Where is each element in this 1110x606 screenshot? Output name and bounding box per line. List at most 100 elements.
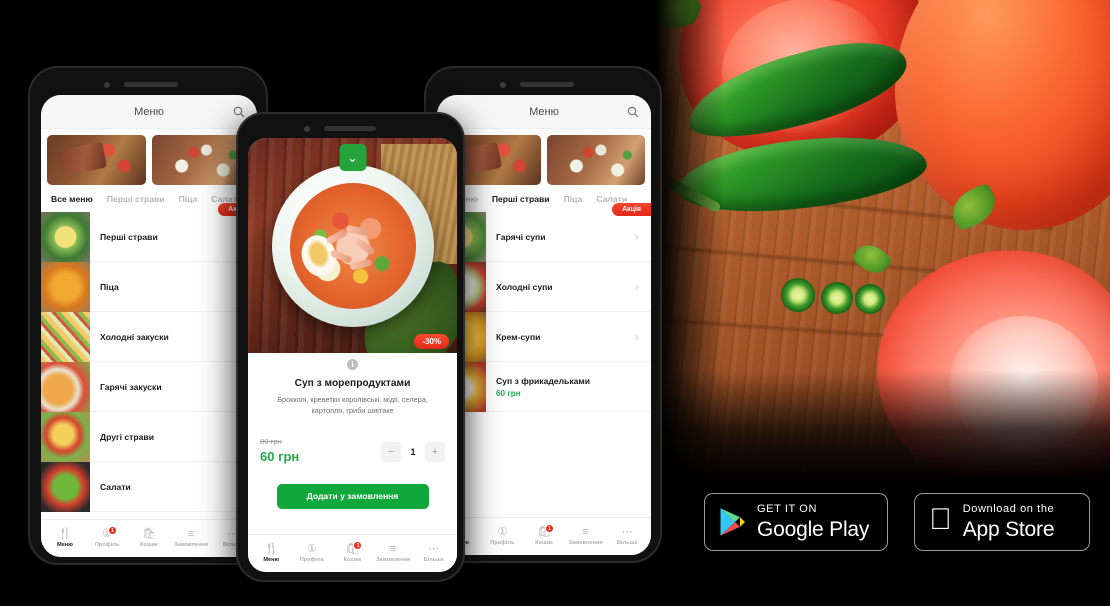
item-thumbnail [41,261,90,312]
cutlery-icon: 🍴 [58,528,72,540]
nav-label: Більше [617,540,638,546]
item-name: Другі страви [100,431,154,442]
item-name: Гарячі закуски [100,381,162,392]
list-item[interactable]: Холодні закуски › [41,311,257,362]
nav-item-orders[interactable]: ≡ Замовлення [565,527,607,547]
nav-item-cart[interactable]: 🛍 1 Кошик [523,524,565,546]
ellipsis-icon: ⋯ [621,526,633,538]
item-name: Салати [100,481,131,492]
nav-item-more[interactable]: ⋯ Більше [413,543,454,564]
store-badges: GET IT ON Google Play  Download on the … [704,493,1091,551]
octopus-garnish [323,224,382,275]
nav-item-orders[interactable]: ≡ Замовлення [373,543,414,564]
earpiece-speaker [520,82,574,87]
earpiece-speaker [324,126,376,131]
google-play-top-label: GET IT ON [757,503,818,515]
app-store-bottom-label: App Store [940,518,1055,541]
list-item[interactable]: Крем-супи › [437,311,651,362]
dish-title: Суп з морепродуктами [294,378,411,389]
nav-item-menu[interactable]: 🍴 Меню [251,544,292,564]
apple-icon:  [929,505,952,535]
nav-label: Профіль [94,542,120,548]
collapse-chevron-down-icon[interactable]: ⌄ [339,144,366,171]
google-play-icon [719,507,746,537]
nav-item-cart[interactable]: 🛍 1 Кошик [332,541,373,563]
bag-icon: 🛍 [142,528,156,540]
tab-pizza[interactable]: Піца [179,194,198,204]
nav-item-profile[interactable]: ① Профіль [292,544,333,564]
item-thumbnail [41,211,90,262]
list-item[interactable]: Суп з фрикадельками 60 грн [437,361,651,412]
nav-label: Замовлення [568,540,603,546]
list-item[interactable]: Другі страви › [41,411,257,462]
front-camera [104,82,110,88]
dish-description: Брокколі, креветки королівські, мідії, с… [277,395,428,415]
item-name: Суп з фрикадельками [496,375,591,386]
item-thumbnail [41,361,90,412]
nav-item-menu[interactable]: 🍴 Меню [44,528,86,549]
ellipsis-icon: ⋯ [428,543,440,555]
list-item[interactable]: Холодні супи › [437,261,651,312]
promo-card-pizza[interactable] [547,135,645,185]
nav-label: Більше [423,557,444,563]
bottom-nav-left[interactable]: 🍴 Меню ① 1 Профіль 🛍 Кошик ≡ Замовлення [41,519,257,557]
promo-carousel[interactable] [437,129,651,185]
promo-carousel[interactable] [41,129,257,185]
tab-first-courses[interactable]: Перші страви [107,194,165,204]
cart-badge: 1 [353,541,363,550]
info-icon[interactable]: i [347,359,358,370]
list-item[interactable]: Перші страви › Акція [41,203,257,262]
tab-first-courses[interactable]: Перші страви [492,194,550,204]
bottom-nav-right[interactable]: 🍴 Меню ① Профіль 🛍 1 Кошик ≡ Замовлення [437,517,651,555]
item-name: Крем-супи [496,331,541,342]
price-and-quantity: 80 грн 60 грн − 1 + [260,437,445,464]
tab-all-menu[interactable]: Все меню [51,194,93,204]
nav-label: Замовлення [376,557,411,563]
promo-card-steak[interactable] [47,135,146,185]
tab-pizza[interactable]: Піца [564,194,583,204]
nav-item-profile[interactable]: ① Профіль [482,526,524,547]
decrement-button[interactable]: − [381,441,401,462]
list-item[interactable]: Піца › [41,261,257,312]
item-thumbnail [41,461,90,512]
nav-label: Профіль [490,540,515,546]
list-item[interactable]: Гарячі закуски › [41,361,257,412]
old-price: 80 грн [260,436,282,446]
increment-button[interactable]: + [425,441,445,462]
list-item[interactable]: Салати › [41,461,257,512]
pepper-slice [855,284,885,314]
page-title: Меню [134,105,164,118]
quantity-value: 1 [410,446,416,457]
bottom-nav-center[interactable]: 🍴 Меню ① Профіль 🛍 1 Кошик ≡ Замовлення [248,534,457,572]
list-item[interactable]: Гарячі супи › Акція [437,203,651,262]
quantity-stepper[interactable]: − 1 + [381,441,445,462]
discount-badge: -30% [414,334,449,349]
screen-left: Меню Все меню Перші страви Піца Салати П… [41,95,257,557]
promo-banner: GET IT ON Google Play  Download on the … [0,0,1110,606]
soup-contents [289,182,416,309]
promo-badge: Акція [612,203,651,216]
nav-label: Кошик [140,542,158,548]
list-icon: ≡ [389,543,397,555]
google-play-badge[interactable]: GET IT ON Google Play [704,493,889,551]
dish-detail-body: i Суп з морепродуктами Брокколі, креветк… [248,359,457,509]
search-icon[interactable] [627,105,639,123]
price-block: 80 грн 60 грн [260,437,299,464]
nav-label: Меню [57,542,73,548]
chevron-right-icon: › [634,279,639,294]
item-name: Гарячі супи [496,231,546,242]
list-icon: ≡ [187,528,195,540]
user-circle-icon: ① [497,526,508,538]
nav-item-orders[interactable]: ≡ Замовлення [170,528,212,549]
front-camera [500,82,506,88]
add-to-order-button[interactable]: Додати у замовлення [276,483,429,509]
item-thumbnail [41,411,90,462]
app-store-badge[interactable]:  Download on the App Store [914,493,1091,551]
nav-item-cart[interactable]: 🛍 Кошик [128,528,170,549]
nav-item-more[interactable]: ⋯ Більше [606,526,648,547]
chevron-right-icon: › [634,329,639,344]
category-list-left: Перші страви › Акція Піца › Холодні заку… [41,203,257,512]
nav-item-profile[interactable]: ① 1 Профіль [86,526,128,548]
item-thumbnail [41,311,90,362]
nav-label: Кошик [535,540,553,546]
